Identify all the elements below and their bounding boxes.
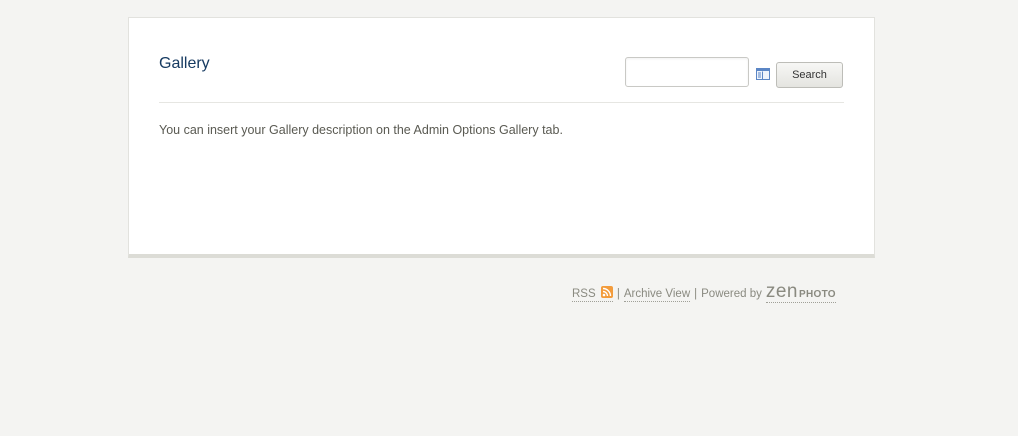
page-title: Gallery — [159, 55, 210, 72]
rss-link[interactable]: RSS — [572, 286, 613, 302]
search-fields-icon[interactable] — [756, 68, 770, 80]
footer-separator: | — [616, 288, 620, 300]
gallery-panel: Gallery Search You can insert your Galle… — [128, 17, 875, 258]
archive-view-link[interactable]: Archive View — [623, 288, 691, 302]
rss-icon — [600, 286, 613, 298]
divider — [159, 102, 844, 103]
zenphoto-logo-zen: zen — [765, 281, 798, 302]
footer-separator: | — [694, 288, 698, 300]
search-input[interactable] — [625, 57, 749, 87]
footer: RSS | Archive View | Powered by zen PHOT… — [572, 282, 836, 303]
search-button[interactable]: Search — [776, 62, 843, 88]
powered-by-text: Powered by — [701, 288, 762, 300]
zenphoto-logo-photo: PHOTO — [799, 289, 836, 300]
gallery-description: You can insert your Gallery description … — [159, 123, 563, 137]
zenphoto-logo-link[interactable]: zen PHOTO — [765, 281, 836, 303]
rss-link-label: RSS — [572, 288, 596, 300]
